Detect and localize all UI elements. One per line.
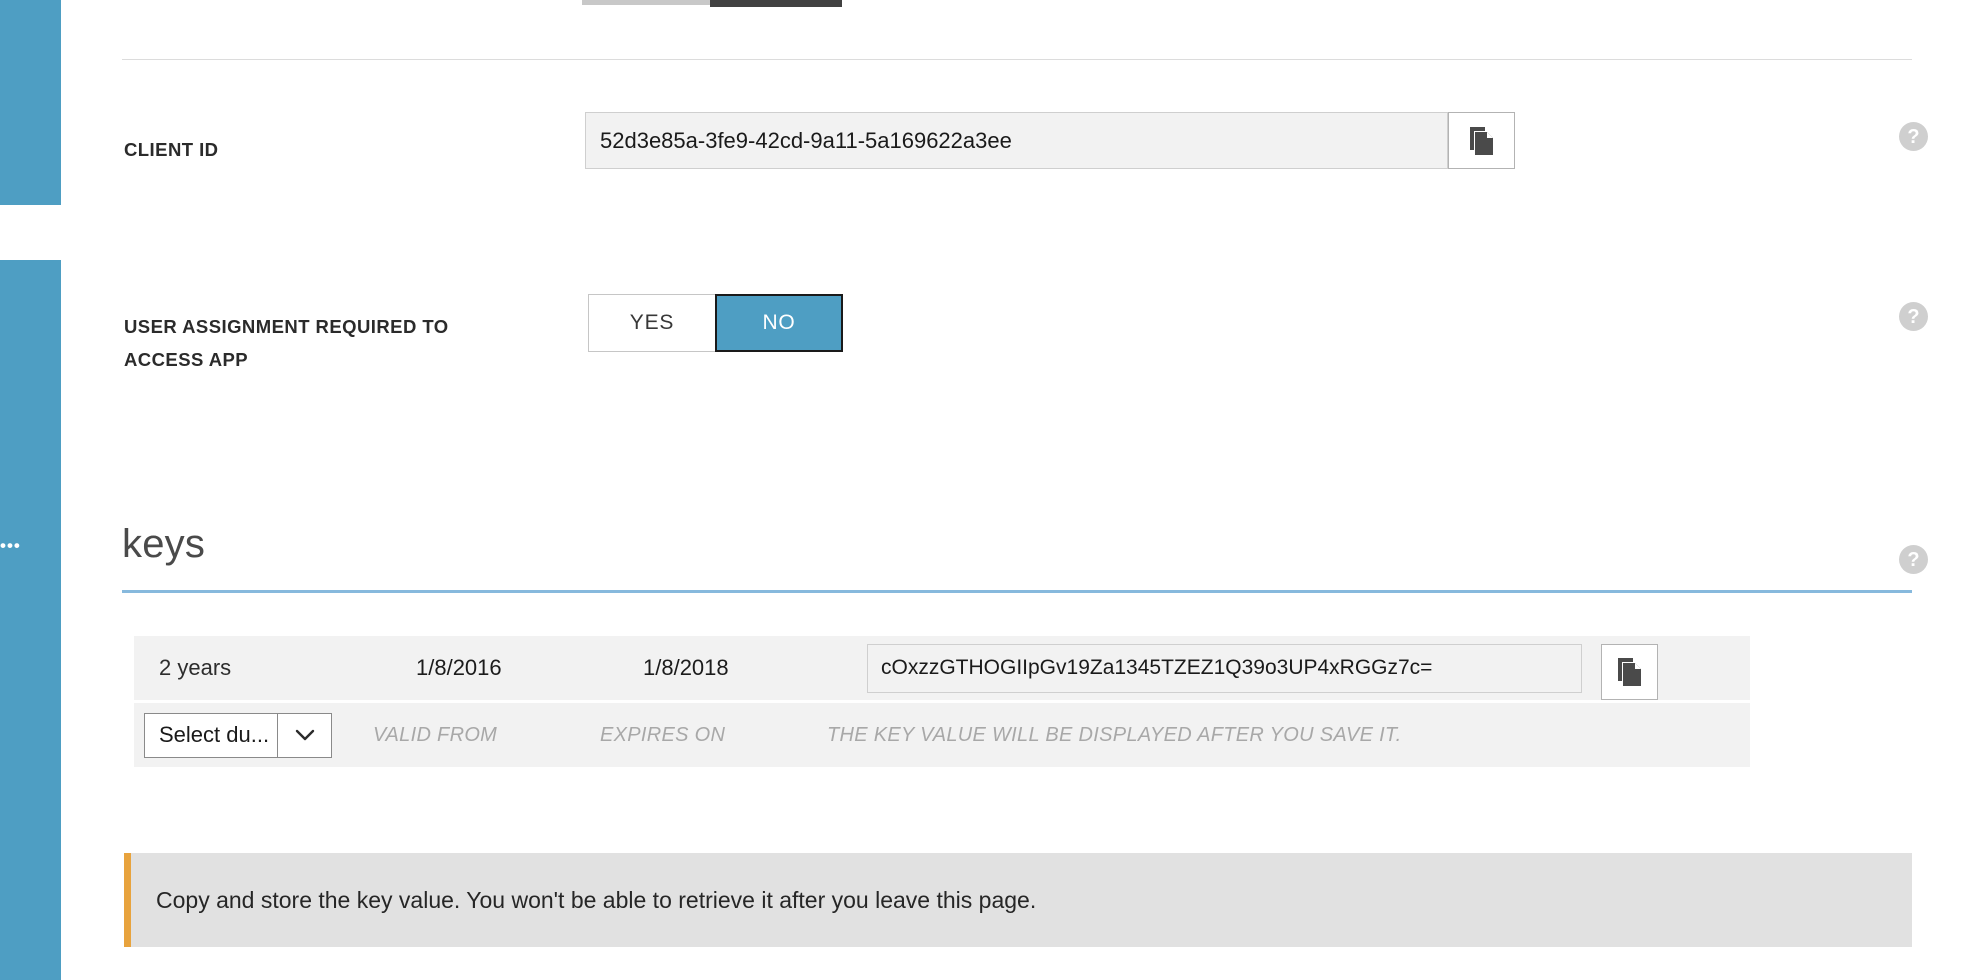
copy-icon [1469,126,1493,155]
table-row: Select du... VALID FROM EXPIRES ON THE K… [134,703,1750,767]
key-expires-on-placeholder[interactable]: EXPIRES ON [600,724,780,747]
key-value-placeholder: THE KEY VALUE WILL BE DISPLAYED AFTER YO… [827,723,1402,746]
warning-accent-bar [124,853,131,947]
client-id-field-group [585,112,1515,169]
sidebar-ellipsis-icon[interactable]: ••• [0,537,28,554]
app-page: ••• CLIENT ID ? USER ASSIGNMENT REQUIRED… [0,0,1968,980]
key-value-group [867,643,1582,693]
key-expires-on-value: 1/8/2018 [643,655,729,680]
help-icon-client-id[interactable]: ? [1899,122,1928,151]
copy-icon [1617,658,1641,686]
table-row: 2 years 1/8/2016 1/8/2018 [134,636,1750,700]
key-value-input[interactable] [867,643,1582,693]
toggle-option-yes[interactable]: YES [588,294,716,352]
keys-section-heading: keys [122,522,206,566]
user-assignment-label: USER ASSIGNMENT REQUIRED TO ACCESS APP [124,316,449,370]
toggle-option-no[interactable]: NO [715,294,843,352]
top-tab-strip-inactive[interactable] [582,0,710,5]
key-warning-banner: Copy and store the key value. You won't … [124,853,1912,947]
help-icon-keys[interactable]: ? [1899,545,1928,574]
client-id-input[interactable] [585,112,1448,169]
key-valid-from-value: 1/8/2016 [416,655,502,680]
keys-table: 2 years 1/8/2016 1/8/2018 Select du... V… [134,636,1750,767]
copy-key-value-button[interactable] [1601,644,1658,700]
section-divider [122,59,1912,60]
sidebar-rail-bottom: ••• [0,260,61,980]
warning-message: Copy and store the key value. You won't … [156,886,1037,913]
user-assignment-toggle: YES NO [588,294,843,352]
key-duration-select-value: Select du... [159,722,270,747]
key-duration-value: 2 years [159,655,232,680]
client-id-label: CLIENT ID [124,139,219,160]
help-icon-user-assignment[interactable]: ? [1899,302,1928,331]
sidebar-rail-top [0,0,61,205]
copy-client-id-button[interactable] [1448,112,1515,169]
top-tab-strip-active[interactable] [710,0,842,7]
chevron-down-icon [277,713,331,757]
key-valid-from-placeholder[interactable]: VALID FROM [373,724,553,747]
key-duration-select[interactable]: Select du... [144,712,332,758]
keys-section-underline [122,590,1912,593]
